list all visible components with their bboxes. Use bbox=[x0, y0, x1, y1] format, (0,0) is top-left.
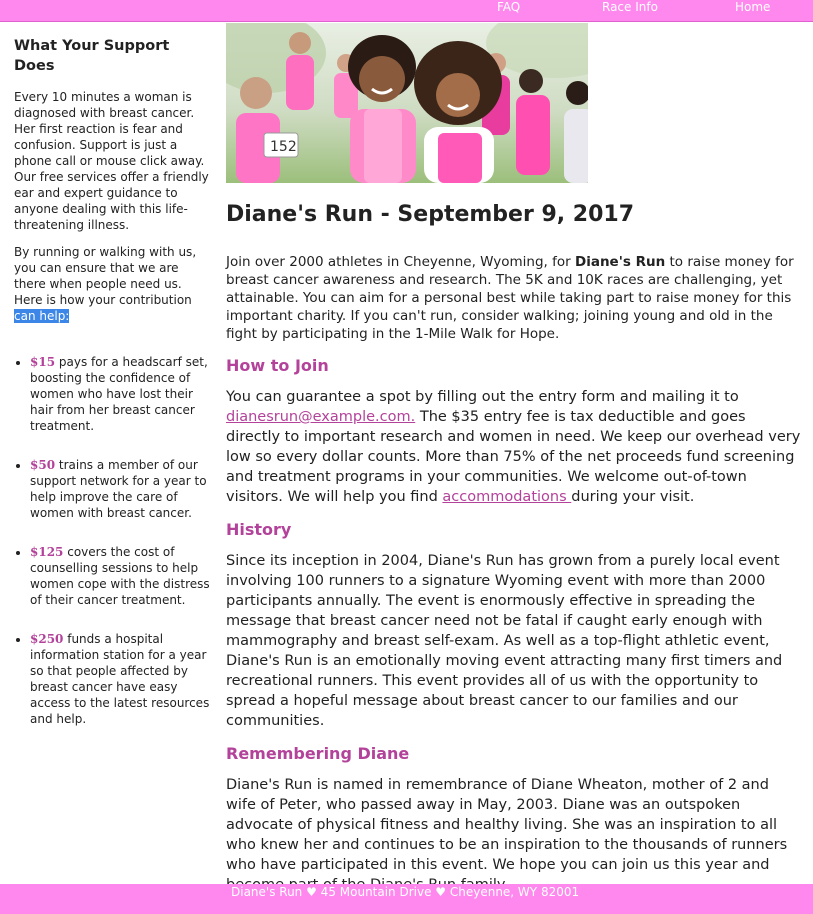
intro-event-name: Diane's Run bbox=[575, 254, 666, 270]
footer-bar: Diane's Run ♥ 45 Mountain Drive ♥ Cheyen… bbox=[0, 884, 813, 914]
email-link[interactable]: dianesrun@example.com. bbox=[226, 409, 415, 425]
donation-item: $15 pays for a headscarf set, boosting t… bbox=[30, 354, 210, 434]
nav-link-race-info[interactable]: Race Info bbox=[602, 0, 658, 14]
remembering-diane-paragraph: Diane's Run is named in remembrance of D… bbox=[226, 777, 788, 893]
footer-address: Diane's Run ♥ 45 Mountain Drive ♥ Cheyen… bbox=[231, 885, 580, 899]
history-paragraph: Since its inception in 2004, Diane's Run… bbox=[226, 553, 783, 729]
main-content: Diane's Run - September 9, 2017 Join ove… bbox=[226, 199, 801, 907]
donation-amount: $250 bbox=[30, 632, 64, 646]
join-text-a: You can guarantee a spot by filling out … bbox=[226, 389, 739, 405]
sidebar-contribution-text: By running or walking with us, you can e… bbox=[14, 244, 210, 324]
nav-link-faq[interactable]: FAQ bbox=[497, 0, 520, 14]
donation-item: $250 funds a hospital information statio… bbox=[30, 631, 210, 727]
top-nav-bar: FAQ Race Info Home bbox=[0, 0, 813, 22]
intro-text-a: Join over 2000 athletes in Cheyenne, Wyo… bbox=[226, 254, 575, 270]
donation-description: pays for a headscarf set, boosting the c… bbox=[30, 355, 208, 433]
history-heading: History bbox=[226, 520, 292, 539]
join-text-c: during your visit. bbox=[571, 489, 695, 505]
bib-number: 152 bbox=[270, 139, 297, 155]
how-to-join-paragraph: You can guarantee a spot by filling out … bbox=[226, 387, 801, 507]
accommodations-link[interactable]: accommodations bbox=[442, 489, 571, 505]
page-title: Diane's Run - September 9, 2017 bbox=[226, 202, 635, 227]
sidebar-intro-text: Every 10 minutes a woman is diagnosed wi… bbox=[14, 90, 209, 232]
hero-photo: 152 bbox=[226, 23, 588, 183]
how-to-join-heading: How to Join bbox=[226, 356, 329, 375]
donation-item: $125 covers the cost of counselling sess… bbox=[30, 544, 210, 608]
donation-amount: $15 bbox=[30, 355, 56, 369]
nav-link-home[interactable]: Home bbox=[735, 0, 770, 14]
intro-paragraph: Join over 2000 athletes in Cheyenne, Wyo… bbox=[226, 253, 801, 343]
donation-description: trains a member of our support network f… bbox=[30, 458, 207, 520]
donation-amount: $125 bbox=[30, 545, 64, 559]
remembering-diane-heading: Remembering Diane bbox=[226, 744, 410, 763]
contribution-lead: By running or walking with us, you can e… bbox=[14, 245, 197, 307]
runners-illustration: 152 bbox=[226, 23, 588, 183]
sidebar-heading: What Your Support Does bbox=[14, 38, 170, 74]
donation-list: $15 pays for a headscarf set, boosting t… bbox=[14, 354, 210, 727]
selected-text: can help: bbox=[14, 309, 70, 323]
sidebar: What Your Support Does Every 10 minutes … bbox=[14, 36, 210, 750]
donation-amount: $50 bbox=[30, 458, 56, 472]
donation-item: $50 trains a member of our support netwo… bbox=[30, 457, 210, 521]
donation-description: funds a hospital information station for… bbox=[30, 632, 210, 726]
